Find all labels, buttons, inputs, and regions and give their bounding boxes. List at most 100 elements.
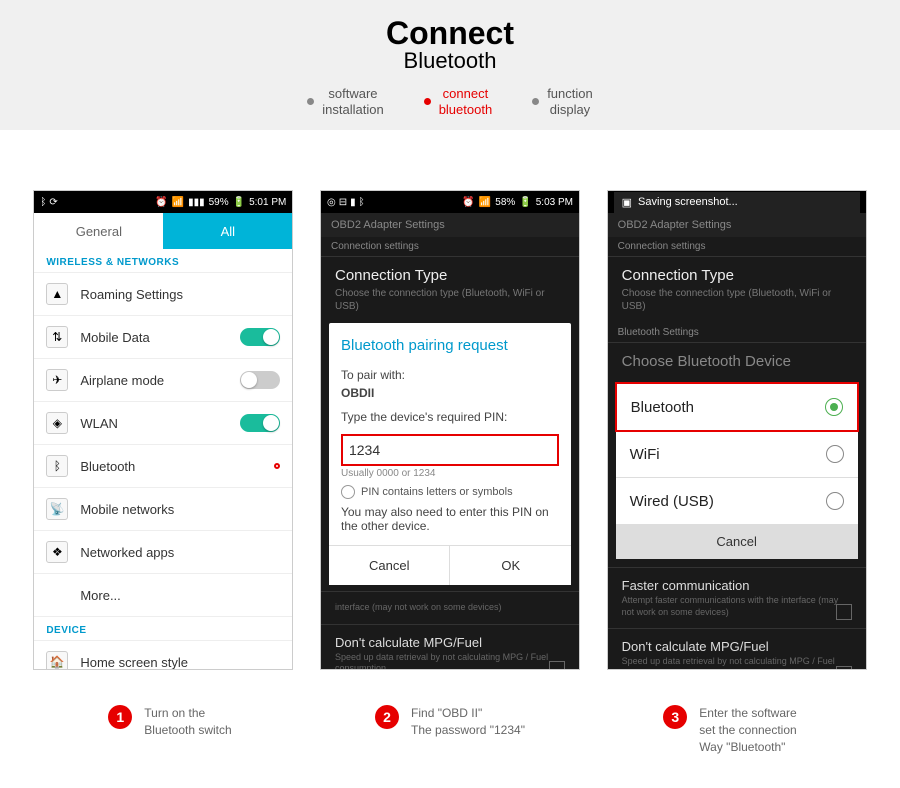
connection-radio-list: Bluetooth WiFi Wired (USB) Cancel (616, 382, 858, 559)
subtitle: Bluetooth (0, 48, 900, 74)
app-subheader: Connection settings (608, 237, 866, 257)
app-body: OBD2 Adapter Settings Connection setting… (321, 213, 579, 669)
mobile-data-icon: ⇅ (46, 326, 68, 348)
row-more[interactable]: More... (34, 574, 292, 617)
radio-icon (826, 445, 844, 463)
clock: 5:03 PM (536, 197, 573, 208)
section-device: DEVICE (34, 617, 292, 641)
nav-function: functiondisplay (532, 86, 593, 117)
pair-with-label: To pair with: (341, 368, 559, 382)
dot-icon (307, 98, 314, 105)
battery-pct: 59% (209, 197, 229, 208)
dim-sub: Speed up data retrieval by not calculati… (335, 652, 565, 670)
pin-letters-checkbox[interactable]: PIN contains letters or symbols (341, 485, 559, 499)
apps-icon: ❖ (46, 541, 68, 563)
step-number-1: 1 (108, 705, 132, 729)
steps-nav: softwareinstallation connectbluetooth fu… (0, 86, 900, 117)
captions-row: 1 Turn on theBluetooth switch 2 Find "OB… (0, 690, 900, 770)
saving-notification: ▣ Saving screenshot... (614, 192, 860, 213)
pin-input[interactable] (341, 434, 559, 466)
conn-type-title: Connection Type (622, 267, 852, 284)
phone-3: ▣ Saving screenshot... OBD2 Adapter Sett… (607, 190, 867, 670)
dot-icon (424, 98, 431, 105)
caption-1: 1 Turn on theBluetooth switch (40, 705, 300, 755)
tab-all[interactable]: All (163, 213, 292, 249)
section-wireless: WIRELESS & NETWORKS (34, 249, 292, 273)
settings-tabs: General All (34, 213, 292, 249)
dim-sub: Attempt faster communications with the i… (622, 595, 852, 618)
status-bar: ◎⊟▮ᛒ ⏰ 📶 58% 🔋 5:03 PM (321, 191, 579, 213)
title: Connect (0, 15, 900, 52)
dialog-title: Bluetooth pairing request (341, 337, 559, 354)
app-subheader: Connection settings (321, 237, 579, 257)
type-pin-label: Type the device's required PIN: (341, 410, 559, 424)
radio-wired[interactable]: Wired (USB) (616, 478, 858, 524)
pin-note: You may also need to enter this PIN on t… (341, 505, 559, 533)
dim-row-faster[interactable]: Faster communication Attempt faster comm… (608, 567, 866, 628)
conn-type-sub: Choose the connection type (Bluetooth, W… (335, 287, 565, 313)
dim-title: Don't calculate MPG/Fuel (335, 635, 565, 650)
signal-icon: ▮▮▮ (188, 197, 205, 208)
highlight (274, 463, 280, 469)
dim-sub: interface (may not work on some devices) (335, 602, 565, 614)
roaming-icon: ▲ (46, 283, 68, 305)
row-mobile-networks[interactable]: 📡Mobile networks (34, 488, 292, 531)
phone-2: ◎⊟▮ᛒ ⏰ 📶 58% 🔋 5:03 PM OBD2 Adapter Sett… (320, 190, 580, 670)
checkbox-icon[interactable] (549, 661, 565, 670)
dim-row-interface: interface (may not work on some devices) (321, 591, 579, 624)
radio-icon (826, 492, 844, 510)
tab-general[interactable]: General (34, 213, 163, 249)
nav-connect: connectbluetooth (424, 86, 493, 117)
choose-bt-device: Choose Bluetooth Device (608, 343, 866, 375)
phone-1: ᛒ⟳ ⏰ 📶 ▮▮▮ 59% 🔋 5:01 PM General All WIR… (33, 190, 293, 670)
dim-row-mpg[interactable]: Don't calculate MPG/Fuel Speed up data r… (321, 624, 579, 670)
row-bluetooth[interactable]: ᛒBluetooth (34, 445, 292, 488)
bluetooth-icon: ᛒ (40, 197, 46, 208)
bluetooth-icon: ᛒ (359, 197, 365, 208)
connection-type-item[interactable]: Connection Type Choose the connection ty… (608, 257, 866, 323)
sync-icon: ⟳ (49, 197, 57, 208)
row-airplane[interactable]: ✈Airplane mode (34, 359, 292, 402)
cancel-button[interactable]: Cancel (329, 546, 451, 585)
alarm-icon: ⏰ (155, 197, 167, 208)
status-bar: ▣ Saving screenshot... (608, 191, 866, 213)
row-home-screen[interactable]: 🏠Home screen style (34, 641, 292, 669)
image-icon: ▣ (622, 196, 632, 209)
row-roaming[interactable]: ▲Roaming Settings (34, 273, 292, 316)
row-wlan[interactable]: ◈WLAN (34, 402, 292, 445)
step-number-3: 3 (663, 705, 687, 729)
conn-type-sub: Choose the connection type (Bluetooth, W… (622, 287, 852, 313)
app-header: OBD2 Adapter Settings (321, 213, 579, 237)
location-icon: ◎ (327, 197, 336, 208)
dim-sub: Speed up data retrieval by not calculati… (622, 656, 852, 670)
checkbox-icon[interactable] (836, 604, 852, 620)
alarm-icon: ⏰ (462, 197, 474, 208)
battery-icon: 🔋 (233, 197, 245, 208)
settings-list: WIRELESS & NETWORKS ▲Roaming Settings ⇅M… (34, 249, 292, 669)
app-body: OBD2 Adapter Settings Connection setting… (608, 213, 866, 669)
phones-row: ᛒ⟳ ⏰ 📶 ▮▮▮ 59% 🔋 5:01 PM General All WIR… (0, 130, 900, 690)
toggle-wlan[interactable] (240, 414, 280, 432)
radio-wifi[interactable]: WiFi (616, 431, 858, 478)
checkbox-icon (341, 485, 355, 499)
cancel-button[interactable]: Cancel (616, 524, 858, 559)
toggle-airplane[interactable] (240, 371, 280, 389)
dialog-buttons: Cancel OK (329, 545, 571, 585)
page-header: Connect Bluetooth softwareinstallation c… (0, 0, 900, 130)
row-mobile-data[interactable]: ⇅Mobile Data (34, 316, 292, 359)
radio-bluetooth[interactable]: Bluetooth (615, 382, 859, 432)
app-header: OBD2 Adapter Settings (608, 213, 866, 237)
clock: 5:01 PM (249, 197, 286, 208)
ok-button[interactable]: OK (450, 546, 571, 585)
wifi-icon: 📶 (479, 197, 491, 208)
caption-2: 2 Find "OBD II"The password "1234" (320, 705, 580, 755)
checkbox-icon[interactable] (836, 666, 852, 670)
caption-3: 3 Enter the softwareset the connectionWa… (600, 705, 860, 755)
toggle-mobile-data[interactable] (240, 328, 280, 346)
dot-icon (532, 98, 539, 105)
pairing-dialog: Bluetooth pairing request To pair with: … (329, 323, 571, 585)
row-networked-apps[interactable]: ❖Networked apps (34, 531, 292, 574)
dim-row-mpg[interactable]: Don't calculate MPG/Fuel Speed up data r… (608, 628, 866, 670)
radio-icon (825, 398, 843, 416)
pin-hint: Usually 0000 or 1234 (341, 468, 559, 479)
